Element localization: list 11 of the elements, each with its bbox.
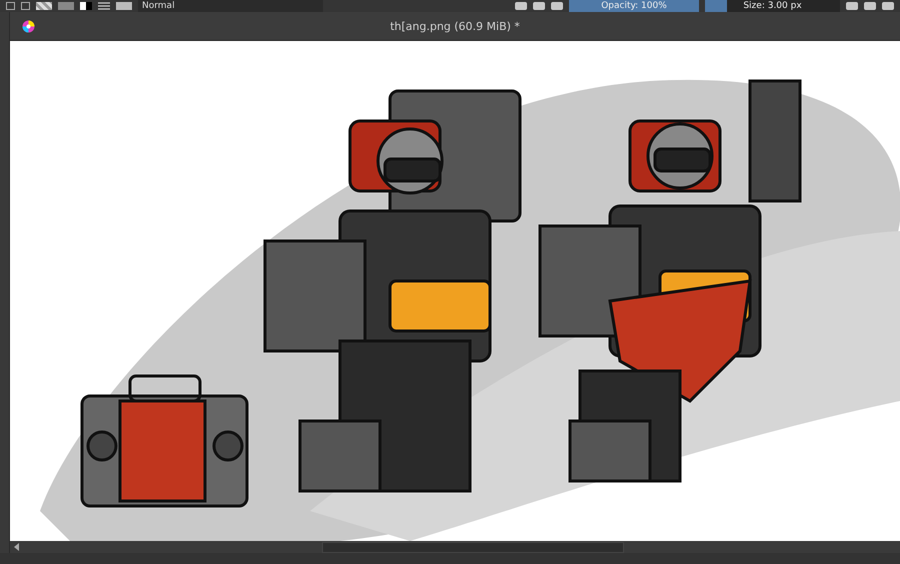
list-icon[interactable] — [98, 2, 110, 10]
scrollbar-thumb[interactable] — [322, 542, 624, 552]
gradient-swatch[interactable] — [58, 2, 74, 10]
color-swatch[interactable] — [80, 2, 92, 10]
pattern-swatch[interactable] — [36, 2, 52, 10]
horizontal-scrollbar[interactable] — [10, 541, 900, 553]
document-title[interactable]: th[ang.png (60.9 MiB) * — [390, 20, 520, 32]
blend-mode-dropdown[interactable]: Normal — [138, 0, 323, 12]
app-logo-icon — [22, 20, 35, 32]
size-slider[interactable]: Size: 3.00 px — [705, 0, 840, 12]
opacity-slider[interactable]: Opacity: 100% — [569, 0, 699, 12]
